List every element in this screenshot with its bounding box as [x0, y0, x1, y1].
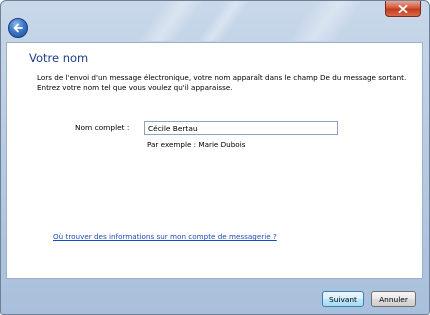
intro-line: Entrez votre nom tel que vous voulez qu'…: [37, 83, 233, 92]
close-button[interactable]: [385, 1, 421, 17]
cancel-button[interactable]: Annuler: [371, 291, 416, 307]
next-button[interactable]: Suivant: [322, 291, 364, 307]
title-bar: [1, 1, 429, 41]
back-arrow-icon: [13, 23, 23, 33]
account-info-help-link[interactable]: Où trouver des informations sur mon comp…: [53, 232, 277, 241]
full-name-label: Nom complet :: [75, 123, 130, 132]
dialog-window: Votre nom Lors de l'envoi d'un message é…: [0, 0, 430, 315]
glass-reflection: [136, 1, 206, 41]
close-icon: [398, 4, 408, 13]
intro-line: Lors de l'envoi d'un message électroniqu…: [37, 73, 407, 82]
example-hint: Par exemple : Marie Dubois: [147, 140, 246, 149]
full-name-input[interactable]: [144, 121, 338, 135]
glass-reflection: [286, 1, 366, 41]
button-bar: Suivant Annuler: [1, 280, 429, 314]
intro-text: Lors de l'envoi d'un message électroniqu…: [37, 73, 412, 93]
wizard-content-panel: Votre nom Lors de l'envoi d'un message é…: [6, 42, 423, 279]
glass-reflection: [196, 1, 251, 41]
page-title: Votre nom: [29, 51, 89, 65]
back-button[interactable]: [8, 18, 28, 38]
